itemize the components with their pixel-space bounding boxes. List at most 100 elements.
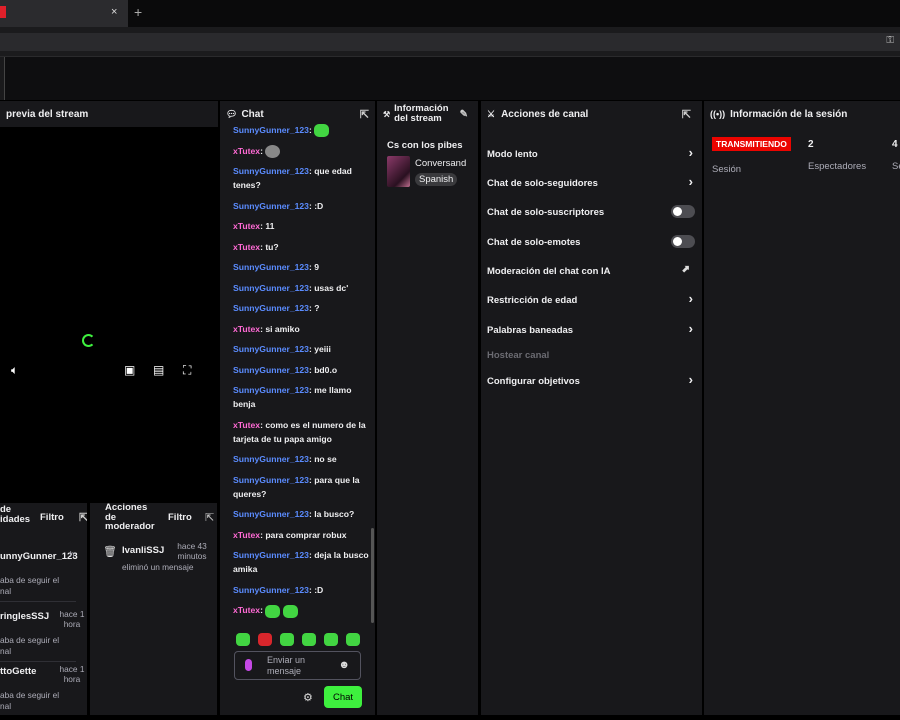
chevron-right-icon[interactable]: › [689, 321, 693, 336]
feed-user-name[interactable]: ttoGette [0, 666, 36, 677]
chevron-right-icon[interactable]: › [689, 145, 693, 160]
channel-action-item[interactable]: Chat de solo-emotes [487, 235, 695, 248]
chat-username[interactable]: SunnyGunner_123 [233, 201, 309, 211]
emote-icon[interactable] [258, 633, 272, 646]
microphone-icon[interactable] [245, 659, 252, 671]
chat-message[interactable]: xTutex: [233, 603, 370, 618]
channel-action-label: Restricción de edad [487, 295, 578, 306]
chat-message[interactable]: xTutex: como es el numero de la tarjeta … [233, 418, 370, 446]
chat-username[interactable]: SunnyGunner_123 [233, 550, 309, 560]
chat-message[interactable]: SunnyGunner_123: usas dc' [233, 281, 370, 295]
emote-icon[interactable] [280, 633, 294, 646]
category-name[interactable]: Conversand [415, 158, 466, 169]
edit-pencil-icon[interactable]: ✎ [460, 109, 468, 120]
feed-user-name[interactable]: ringlesSSJ [0, 611, 49, 622]
mod-user-name[interactable]: IvanliSSJ [122, 545, 164, 556]
theatre-mode-icon[interactable]: ▤ [153, 363, 164, 377]
toggle-switch[interactable] [671, 235, 695, 248]
chat-username[interactable]: SunnyGunner_123 [233, 283, 309, 293]
popout-icon[interactable]: ⇱ [205, 511, 214, 524]
chat-bubble-icon: 💬︎ [226, 108, 238, 119]
channel-action-label: Hostear canal [487, 350, 550, 361]
chat-message[interactable]: xTutex: si amiko [233, 322, 370, 336]
chat-scrollbar[interactable] [371, 528, 374, 623]
send-chat-button[interactable]: Chat [324, 686, 362, 708]
chat-username[interactable]: SunnyGunner_123 [233, 365, 309, 375]
chat-message[interactable]: xTutex: tu? [233, 240, 370, 254]
chat-username[interactable]: xTutex [233, 146, 260, 156]
chat-input[interactable]: Enviar un mensaje ☻ [234, 651, 361, 680]
chat-message[interactable]: SunnyGunner_123: ? [233, 301, 370, 315]
emote-icon[interactable] [324, 633, 338, 646]
chat-username[interactable]: SunnyGunner_123 [233, 585, 309, 595]
category-thumbnail[interactable] [387, 156, 410, 187]
chevron-right-icon[interactable]: › [689, 372, 693, 387]
chevron-right-icon[interactable]: › [689, 291, 693, 306]
chat-username[interactable]: xTutex [233, 242, 260, 252]
chat-message[interactable]: xTutex: [233, 144, 370, 158]
emote-picker-icon[interactable]: ☻ [338, 659, 350, 671]
popout-icon[interactable]: ⇱ [79, 511, 87, 524]
emote-icon[interactable] [346, 633, 360, 646]
chat-username[interactable]: SunnyGunner_123 [233, 509, 309, 519]
channel-action-item[interactable]: Configurar objetivos › [487, 372, 695, 387]
chat-username[interactable]: SunnyGunner_123 [233, 166, 309, 176]
chat-message[interactable]: SunnyGunner_123: [233, 123, 370, 138]
chat-message[interactable]: SunnyGunner_123: para que la queres? [233, 473, 370, 501]
filter-button[interactable]: Filtro [168, 512, 192, 523]
chat-username[interactable]: xTutex [233, 324, 260, 334]
wrench-icon: ⚒ [383, 109, 391, 119]
chat-message[interactable]: SunnyGunner_123: 9 [233, 260, 370, 274]
volume-icon[interactable]: 🔈︎ [11, 363, 18, 378]
channel-action-item[interactable]: Chat de solo-seguidores › [487, 174, 695, 189]
chat-message[interactable]: xTutex: para comprar robux [233, 528, 370, 542]
emote-icon[interactable] [302, 633, 316, 646]
chat-message-list[interactable]: SunnyGunner_123: xTutex: SunnyGunner_123… [220, 123, 370, 628]
chat-username[interactable]: SunnyGunner_123 [233, 475, 309, 485]
chat-message[interactable]: SunnyGunner_123: la busco? [233, 507, 370, 521]
channel-action-item[interactable]: Chat de solo-suscriptores [487, 205, 695, 218]
chat-message[interactable]: SunnyGunner_123: me llamo benja [233, 383, 370, 411]
channel-action-item[interactable]: Palabras baneadas › [487, 321, 695, 336]
chat-username[interactable]: SunnyGunner_123 [233, 125, 309, 135]
popout-icon[interactable]: ⇱ [360, 108, 369, 121]
fullscreen-icon[interactable]: ⛶ [183, 363, 191, 378]
chat-username[interactable]: SunnyGunner_123 [233, 262, 309, 272]
chat-message[interactable]: SunnyGunner_123: que edad tenes? [233, 164, 370, 192]
chat-username[interactable]: xTutex [233, 420, 260, 430]
channel-action-label: Modo lento [487, 149, 538, 160]
chat-message[interactable]: SunnyGunner_123: bd0.o [233, 363, 370, 377]
picture-in-picture-icon[interactable]: ▣ [124, 363, 135, 377]
chat-message[interactable]: SunnyGunner_123: :D [233, 199, 370, 213]
chat-username[interactable]: SunnyGunner_123 [233, 454, 309, 464]
new-tab-button[interactable]: + [134, 4, 142, 20]
chart-icon[interactable]: ⬈ [682, 264, 690, 275]
channel-action-item[interactable]: Moderación del chat con IA ⬈ [487, 264, 695, 277]
chat-username[interactable]: xTutex [233, 221, 260, 231]
chat-username[interactable]: SunnyGunner_123 [233, 303, 309, 313]
filter-button[interactable]: Filtro [40, 512, 64, 523]
chat-message[interactable]: xTutex: 11 [233, 219, 370, 233]
chat-username[interactable]: SunnyGunner_123 [233, 344, 309, 354]
emote-icon[interactable] [236, 633, 250, 646]
channel-action-item[interactable]: Restricción de edad › [487, 291, 695, 306]
chevron-right-icon[interactable]: › [689, 174, 693, 189]
popout-icon[interactable]: ⇱ [682, 108, 691, 121]
toggle-switch[interactable] [671, 205, 695, 218]
chat-settings-gear-icon[interactable]: ⚙ [303, 691, 313, 704]
url-input[interactable] [0, 33, 900, 51]
chat-message[interactable]: SunnyGunner_123: yeiii [233, 342, 370, 356]
chat-username[interactable]: SunnyGunner_123 [233, 385, 309, 395]
chat-username[interactable]: xTutex [233, 605, 260, 615]
chat-message[interactable]: SunnyGunner_123: no se [233, 452, 370, 466]
channel-action-item[interactable]: Modo lento › [487, 145, 695, 160]
chat-message[interactable]: SunnyGunner_123: :D [233, 583, 370, 597]
language-tag[interactable]: Spanish [415, 173, 458, 186]
chat-message[interactable]: SunnyGunner_123: deja la busco amika [233, 548, 370, 576]
video-player[interactable]: 🔈︎ ▣ ▤ ⛶ [0, 127, 218, 501]
browser-tab-active[interactable]: × [0, 0, 128, 27]
chat-username[interactable]: xTutex [233, 530, 260, 540]
channel-action-label: Moderación del chat con IA [487, 266, 611, 277]
tab-close-icon[interactable]: × [111, 6, 117, 18]
key-icon[interactable]: ⚿ [886, 35, 894, 46]
